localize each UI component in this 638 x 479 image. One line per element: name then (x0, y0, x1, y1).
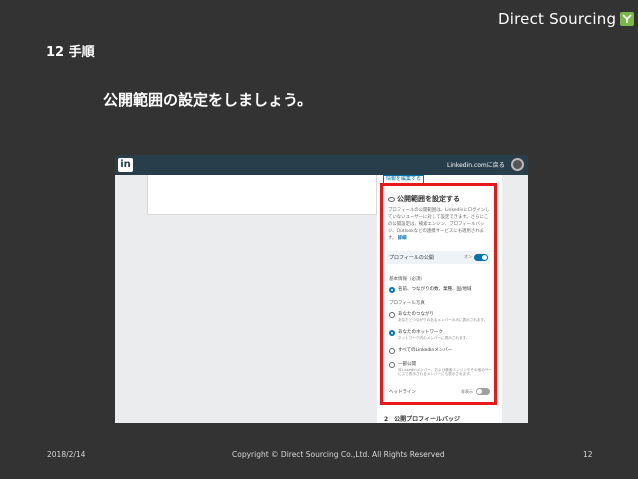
radio-icon[interactable] (389, 362, 395, 368)
basic-info-section-label: 基本情報（必須） (389, 277, 425, 282)
footer-date: 2018/2/14 (47, 450, 86, 459)
radio-icon[interactable] (389, 312, 395, 318)
footer-copyright: Copyright © Direct Sourcing Co.,Ltd. All… (232, 450, 445, 459)
headline-label: ヘッドライン (389, 390, 416, 395)
option-sub: あなたとつながりのあるメンバーのみに表示されます。 (398, 318, 488, 322)
option-sub: ネットワーク内のメンバーに表示されます。 (398, 336, 470, 340)
public-profile-toggle[interactable] (474, 254, 488, 261)
linkedin-logo-icon[interactable]: in (118, 158, 133, 172)
public-profile-label: プロフィールの公開 (389, 255, 434, 261)
public-badge-heading: 2 公開プロフィールバッジ (384, 416, 461, 423)
headline-toggle-state: 非表示 (461, 389, 473, 394)
photo-option-public[interactable]: 一部公開 非Linkedinメンバー、および検索エンジンやその他のサービスで表示… (389, 362, 494, 376)
brand-name: Direct Sourcing (498, 10, 617, 28)
option-sub: 非Linkedinメンバー、および検索エンジンやその他のサービスで表示されるメン… (398, 368, 493, 376)
photo-section-label: プロフィール写真 (389, 301, 425, 306)
photo-option-connections[interactable]: あなたのつながり あなたとつながりのあるメンバーのみに表示されます。 (389, 312, 487, 322)
footer-page-number: 12 (583, 450, 593, 459)
radio-checked-icon[interactable] (389, 287, 395, 293)
slide-number-heading: 12 手順 (46, 45, 95, 60)
direct-sourcing-logo-icon (620, 12, 635, 26)
photo-option-all-members[interactable]: すべてのLinkedinメンバー (389, 348, 452, 354)
public-visibility-highlight: 公開範囲を設定する プロフィールの公開範囲は、Linkedinにログインしていな… (380, 183, 497, 405)
radio-icon[interactable] (389, 348, 395, 354)
linkedin-topbar: in Linkedin.comに戻る (115, 155, 528, 175)
profile-card (147, 175, 377, 215)
visibility-description: プロフィールの公開範囲は、Linkedinにログインしていないユーザーに対して設… (388, 207, 492, 242)
public-profile-row: プロフィールの公開 オン (387, 251, 490, 264)
eye-icon (388, 196, 395, 202)
headline-toggle[interactable] (476, 388, 490, 395)
slide-subtitle: 公開範囲の設定をしましょう。 (103, 91, 313, 109)
basic-info-text: 名前、つながりの数、業種、国/地域 (398, 287, 472, 292)
photo-option-network[interactable]: あなたのネットワーク ネットワーク内のメンバーに表示されます。 (389, 330, 470, 340)
basic-info-option[interactable]: 名前、つながりの数、業種、国/地域 (389, 287, 472, 293)
visibility-panel-title: 公開範囲を設定する (388, 194, 460, 204)
option-label: すべてのLinkedinメンバー (398, 348, 453, 353)
public-toggle-state: オン (464, 254, 472, 259)
headline-row: ヘッドライン 非表示 (389, 388, 490, 395)
avatar[interactable] (511, 158, 524, 171)
brand-header: Direct Sourcing (498, 10, 635, 28)
radio-checked-icon[interactable] (389, 330, 395, 336)
back-to-linkedin-link[interactable]: Linkedin.comに戻る (447, 160, 505, 169)
more-link[interactable]: 詳細 (398, 236, 407, 241)
visibility-title-text: 公開範囲を設定する (397, 195, 460, 203)
